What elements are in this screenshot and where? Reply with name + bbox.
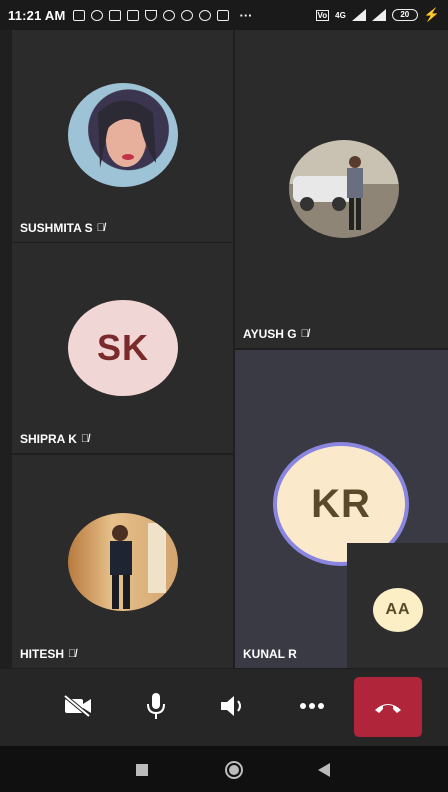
profile-photo-icon [98, 100, 156, 168]
window-icon [127, 9, 140, 21]
charging-icon: ⚡ [423, 7, 440, 22]
participant-tile-shipra[interactable]: SK SHIPRA K 🎙̸ [12, 243, 233, 453]
signal-icon-2 [371, 9, 386, 21]
message-icon [73, 9, 86, 21]
battery-icon: 20 [391, 9, 418, 21]
signal-icon [351, 9, 366, 21]
participant-name: HITESH [20, 647, 65, 661]
speaker-icon [221, 696, 241, 716]
microphone-muted-icon: 🎙̸ [300, 328, 309, 340]
participant-name: SUSHMITA S [20, 221, 93, 235]
microphone-muted-icon: 🎙̸ [68, 648, 77, 660]
hang-up-button[interactable] [354, 677, 422, 737]
avatar-initials: SK [96, 327, 149, 368]
microphone-muted-icon: 🎙̸ [80, 433, 90, 445]
back-icon [318, 763, 330, 777]
profile-photo-icon [110, 523, 166, 609]
call-controls-bar [0, 669, 448, 746]
more-options-icon [300, 703, 324, 709]
participant-name-label: SHIPRA K 🎙̸ [20, 432, 89, 446]
notification-icons: ··· [73, 8, 252, 23]
battery-level: 20 [400, 10, 410, 19]
participant-name-label: KUNAL R [243, 647, 297, 661]
participant-tile-sushmita[interactable]: SUSHMITA S 🎙̸ [12, 30, 233, 242]
avatar-initials: AA [385, 601, 411, 618]
status-right: Vo 4G 20 ⚡ [315, 7, 440, 23]
status-time: 11:21 AM [8, 7, 66, 23]
microphone-icon [147, 693, 165, 719]
status-bar: 11:21 AM ··· Vo 4G 20 ⚡ [0, 0, 448, 30]
microphone-muted-icon: 🎙̸ [96, 222, 105, 234]
camera-toggle-button[interactable] [54, 682, 102, 730]
facebook-icon [91, 9, 104, 21]
participant-name: AYUSH G [243, 327, 297, 341]
participant-name-label: SUSHMITA S 🎙̸ [20, 221, 105, 235]
initials-avatar: AA [373, 588, 423, 632]
app-icon-1 [163, 9, 176, 21]
recents-icon [136, 764, 148, 776]
app-icon-3 [199, 9, 212, 21]
gallery-icon [217, 9, 230, 21]
more-options-button[interactable] [288, 682, 336, 730]
camera-off-icon [63, 695, 91, 717]
participant-name: SHIPRA K [20, 432, 77, 446]
speaker-button[interactable] [210, 682, 258, 730]
participant-tile-hitesh[interactable]: HITESH 🎙̸ [12, 455, 233, 668]
participant-tile-ayush[interactable]: AYUSH G 🎙̸ [235, 30, 448, 348]
participant-name-label: HITESH 🎙̸ [20, 647, 76, 661]
wifi-icon [145, 9, 158, 21]
participant-name: KUNAL R [243, 647, 297, 661]
home-icon [225, 761, 243, 779]
avatar-initials: KR [311, 481, 371, 526]
profile-photo-icon [293, 156, 363, 230]
initials-avatar: SK [68, 300, 178, 396]
recents-button[interactable] [130, 758, 154, 782]
microphone-button[interactable] [132, 682, 180, 730]
self-view-tile[interactable]: AA [347, 543, 448, 668]
back-button[interactable] [312, 758, 336, 782]
volte-icon: Vo [315, 9, 330, 21]
network-label: 4G [335, 10, 346, 20]
system-navigation-bar [0, 746, 448, 792]
more-notifications-icon: ··· [239, 7, 253, 23]
home-button[interactable] [222, 758, 246, 782]
avatar [68, 513, 178, 611]
avatar [68, 83, 178, 187]
photo-icon [109, 9, 122, 21]
hang-up-icon [375, 704, 401, 713]
participant-name-label: AYUSH G 🎙̸ [243, 327, 309, 341]
app-icon-2 [181, 9, 194, 21]
avatar [289, 140, 399, 238]
